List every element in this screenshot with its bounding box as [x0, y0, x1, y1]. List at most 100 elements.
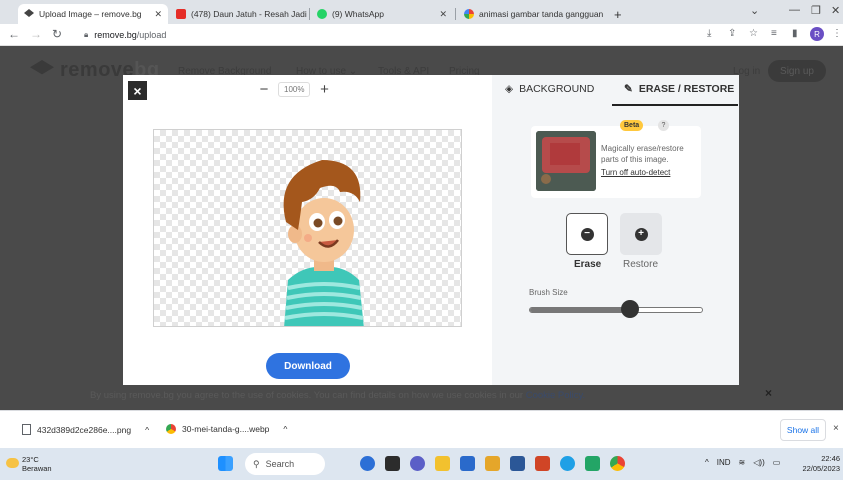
- turn-off-auto-detect-link[interactable]: Turn off auto-detect: [601, 168, 670, 177]
- layers-icon: ◈: [505, 83, 514, 95]
- face: [294, 198, 354, 262]
- file-explorer-icon[interactable]: [435, 456, 450, 471]
- tab-separator: [309, 8, 310, 20]
- chrome-file-icon: [166, 424, 176, 434]
- browser-tab-strip: Upload Image – remove.bg ✕ (478) Daun Ja…: [0, 0, 843, 24]
- plus-icon: +: [634, 227, 648, 241]
- whatsapp-favicon-icon: [317, 9, 327, 19]
- tab-erase-restore[interactable]: ✎ ERASE / RESTORE: [624, 83, 734, 95]
- reload-icon[interactable]: ↻: [52, 27, 62, 41]
- download-item[interactable]: 30-mei-tanda-g....webp ^: [166, 424, 287, 434]
- downloads-close-icon[interactable]: ×: [833, 423, 839, 434]
- tab-title: Upload Image – remove.bg: [39, 9, 142, 19]
- tab-google[interactable]: animasi gambar tanda gangguan ✕: [458, 4, 606, 24]
- image-canvas[interactable]: [153, 129, 462, 327]
- share-icon[interactable]: ⇪: [728, 28, 736, 39]
- beta-badge: Beta: [620, 120, 644, 131]
- download-button[interactable]: Download: [266, 353, 350, 379]
- url-field[interactable]: 🔒︎ remove.bg /upload: [84, 27, 684, 43]
- mute-tab-icon[interactable]: ◀: [307, 9, 308, 20]
- brush-size-handle[interactable]: [621, 300, 639, 318]
- tab-whatsapp[interactable]: (9) WhatsApp ✕: [311, 4, 453, 24]
- cartoon-boy-image: [283, 160, 364, 326]
- restore-label: Restore: [623, 259, 659, 270]
- magic-brush-card: Magically erase/restore parts of this im…: [531, 126, 701, 198]
- removebg-favicon-icon: [24, 9, 34, 17]
- close-window-icon[interactable]: ✕: [831, 4, 840, 17]
- cookie-banner: By using remove.bg you agree to the use …: [90, 390, 585, 401]
- windows-taskbar: 23°C Berawan ⚲ Search ^ IND ≋ ◁)) ▭ 22:4…: [0, 448, 843, 480]
- help-icon[interactable]: ?: [658, 120, 669, 131]
- chevron-up-icon[interactable]: ^: [145, 425, 149, 435]
- browser-menu-icon[interactable]: ⋮: [832, 28, 842, 39]
- tab-removebg[interactable]: Upload Image – remove.bg ✕: [18, 4, 168, 24]
- new-tab-button[interactable]: +: [608, 4, 628, 24]
- signup-button[interactable]: Sign up: [768, 60, 826, 82]
- bookmark-star-icon[interactable]: ☆: [749, 28, 758, 39]
- tab-background[interactable]: ◈ BACKGROUND: [505, 83, 594, 95]
- brush-size-fill: [530, 308, 634, 312]
- bing-icon[interactable]: [360, 456, 375, 471]
- minimize-icon[interactable]: —: [789, 4, 800, 16]
- magic-brush-preview-image: [536, 131, 596, 191]
- zoom-out-button[interactable]: −: [256, 81, 272, 98]
- windows-start-icon[interactable]: [218, 456, 233, 471]
- language-indicator[interactable]: IND: [717, 458, 731, 467]
- erase-button[interactable]: −: [566, 213, 608, 255]
- powerpoint-icon[interactable]: [535, 456, 550, 471]
- reading-list-icon[interactable]: ≡: [771, 28, 777, 39]
- cheek: [304, 234, 312, 242]
- magic-brush-description: Magically erase/restore parts of this im…: [601, 144, 684, 164]
- chevron-up-icon[interactable]: ^: [283, 424, 287, 434]
- profile-avatar[interactable]: R: [810, 27, 824, 41]
- restore-button[interactable]: +: [620, 213, 662, 255]
- store-icon[interactable]: [460, 456, 475, 471]
- edge-icon[interactable]: [560, 456, 575, 471]
- app-icon[interactable]: [485, 456, 500, 471]
- close-tab-icon[interactable]: ✕: [603, 9, 606, 20]
- downloads-bar: 432d389d2ce286e....png ^ 30-mei-tanda-g.…: [0, 410, 843, 448]
- edit-panel: ◈ BACKGROUND ✎ ERASE / RESTORE Magically…: [492, 75, 739, 385]
- restore-window-icon[interactable]: ❐: [811, 4, 821, 17]
- brush-size-slider[interactable]: [529, 307, 703, 313]
- chrome-icon[interactable]: [610, 456, 625, 471]
- close-tab-icon[interactable]: ✕: [148, 9, 162, 20]
- tab-title: (9) WhatsApp: [332, 9, 384, 19]
- zoom-in-button[interactable]: +: [316, 81, 332, 98]
- side-panel-icon[interactable]: ▮: [792, 28, 798, 39]
- show-all-button[interactable]: Show all: [780, 419, 826, 441]
- download-item[interactable]: 432d389d2ce286e....png ^: [22, 424, 149, 435]
- tab-title: animasi gambar tanda gangguan: [479, 9, 604, 19]
- clock[interactable]: 22:46 22/05/2023: [800, 454, 840, 474]
- forward-icon[interactable]: →: [30, 27, 42, 41]
- google-favicon-icon: [464, 9, 474, 19]
- word-icon[interactable]: [510, 456, 525, 471]
- removebg-logo-icon: [30, 60, 54, 75]
- modal-close-button[interactable]: ×: [128, 81, 147, 100]
- search-icon: ⚲: [253, 458, 260, 469]
- left-pupil: [313, 218, 323, 228]
- excel-icon[interactable]: [585, 456, 600, 471]
- install-app-icon[interactable]: ⤓: [707, 28, 711, 39]
- battery-icon[interactable]: ▭: [773, 458, 781, 467]
- zoom-level: 100%: [278, 81, 311, 97]
- close-tab-icon[interactable]: ✕: [433, 9, 447, 20]
- chat-icon[interactable]: [410, 456, 425, 471]
- volume-icon[interactable]: ◁)): [753, 458, 764, 467]
- taskbar-search[interactable]: ⚲ Search: [245, 453, 325, 475]
- tab-search-icon[interactable]: ⌄: [750, 4, 759, 17]
- chevron-up-icon[interactable]: ^: [705, 458, 709, 467]
- weather-icon: [6, 458, 19, 468]
- task-view-icon[interactable]: [385, 456, 400, 471]
- tab-separator: [455, 8, 456, 20]
- weather-widget[interactable]: 23°C Berawan: [22, 455, 52, 473]
- back-icon[interactable]: ←: [8, 27, 20, 41]
- brush-size-label: Brush Size: [529, 288, 568, 297]
- youtube-favicon-icon: [176, 9, 186, 19]
- cookie-close-button[interactable]: ×: [765, 386, 772, 400]
- editor-modal: × − 100% + Download ◈ BACKGROUND ✎ ERASE…: [123, 75, 739, 385]
- tab-youtube[interactable]: (478) Daun Jatuh - Resah Jadi ◀ ✕: [170, 4, 308, 24]
- wifi-icon[interactable]: ≋: [739, 458, 746, 467]
- system-tray: ^ IND ≋ ◁)) ▭: [705, 458, 780, 467]
- cookie-policy-link[interactable]: Cookie Policy.: [526, 390, 586, 401]
